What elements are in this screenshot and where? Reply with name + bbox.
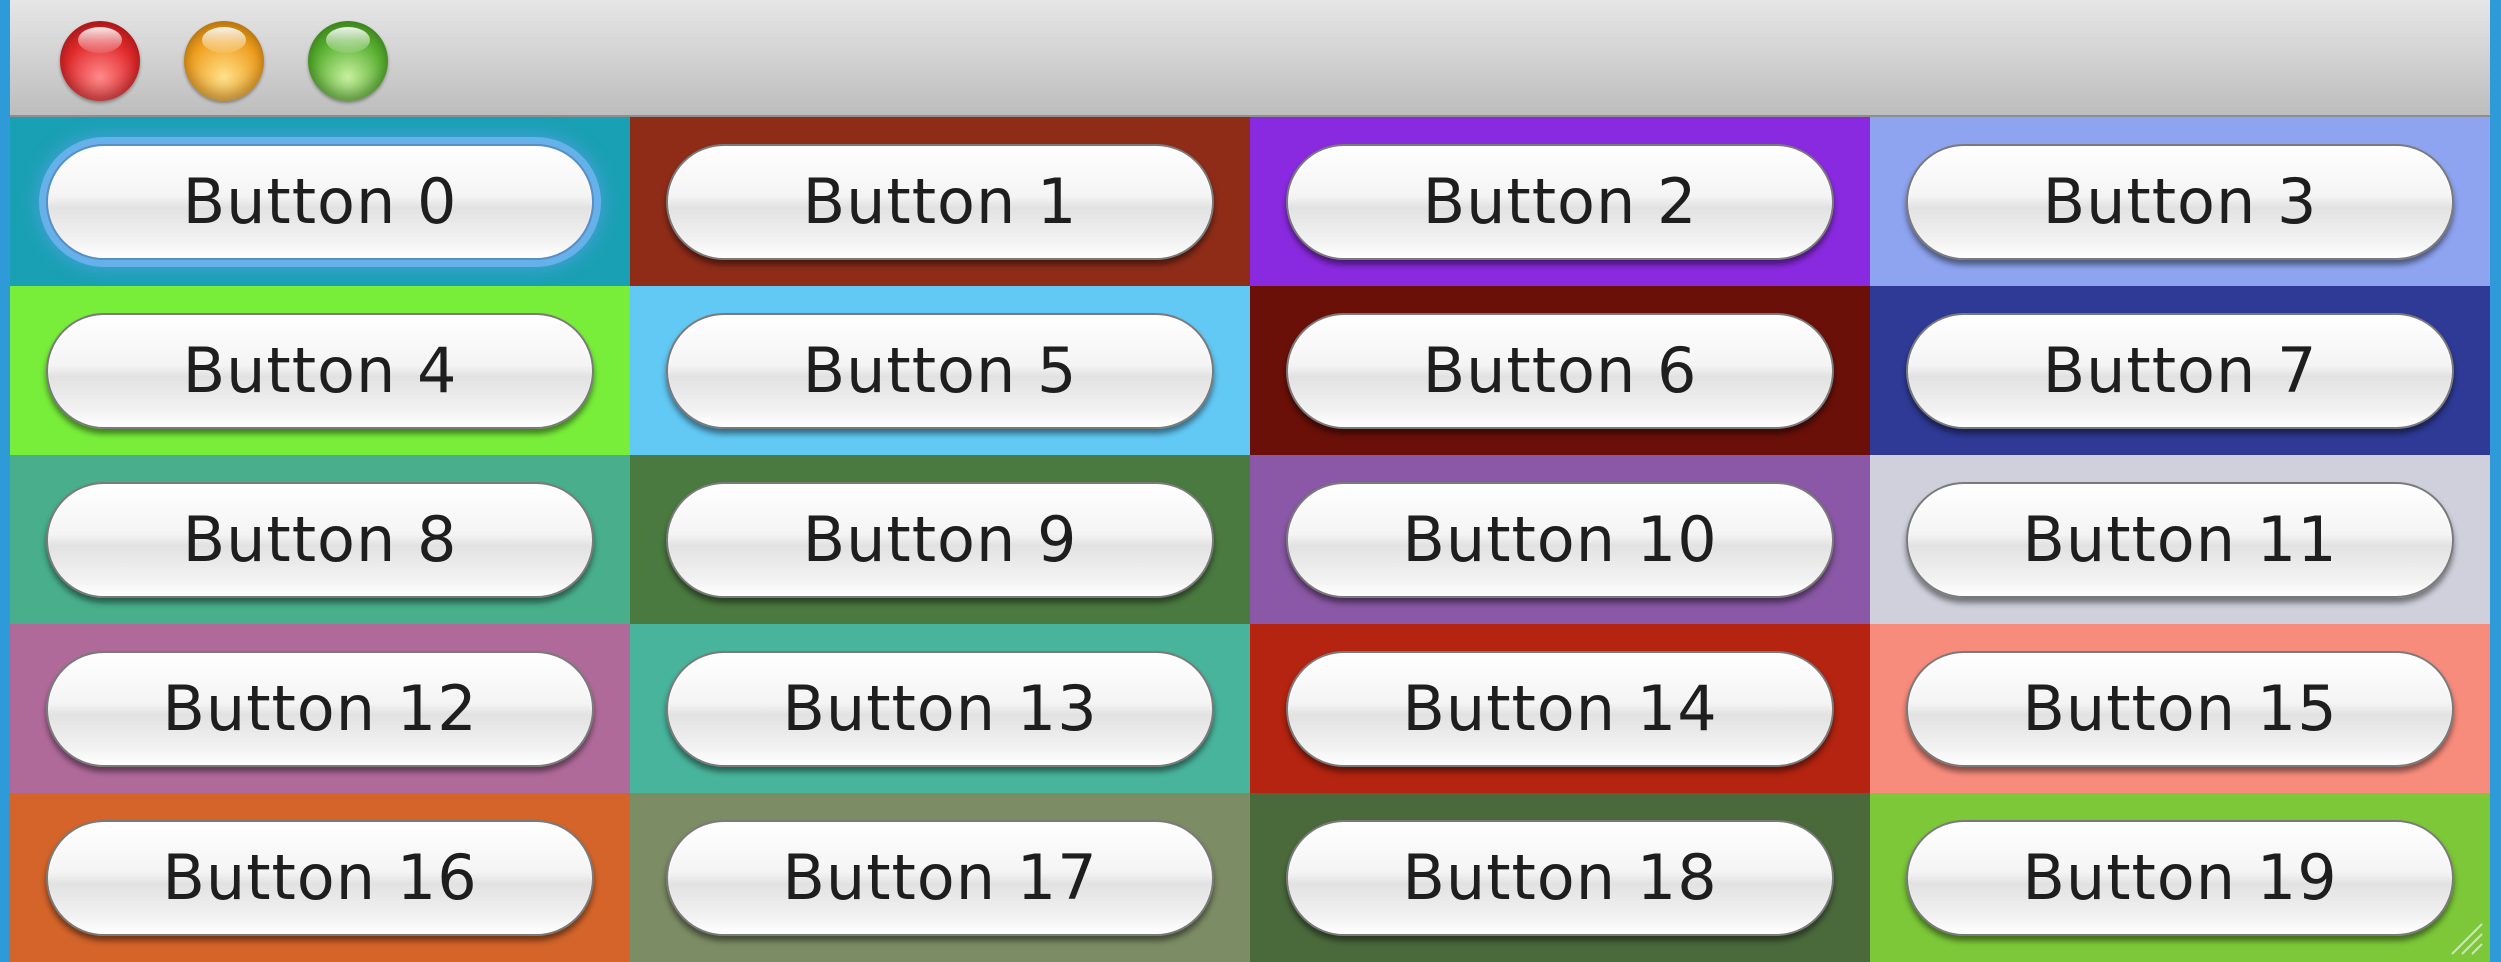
button-cell-5: Button 5 [630, 286, 1250, 455]
button-cell-1: Button 1 [630, 117, 1250, 286]
button-5[interactable]: Button 5 [666, 312, 1214, 429]
button-17[interactable]: Button 17 [666, 819, 1214, 936]
resize-grip-icon[interactable] [2444, 916, 2484, 956]
button-10[interactable]: Button 10 [1286, 481, 1834, 598]
button-13[interactable]: Button 13 [666, 650, 1214, 767]
button-cell-9: Button 9 [630, 455, 1250, 624]
button-cell-15: Button 15 [1870, 624, 2490, 793]
button-cell-16: Button 16 [10, 793, 630, 962]
button-0[interactable]: Button 0 [46, 143, 594, 260]
button-cell-18: Button 18 [1250, 793, 1870, 962]
button-cell-7: Button 7 [1870, 286, 2490, 455]
button-18[interactable]: Button 18 [1286, 819, 1834, 936]
button-cell-14: Button 14 [1250, 624, 1870, 793]
button-2[interactable]: Button 2 [1286, 143, 1834, 260]
button-cell-3: Button 3 [1870, 117, 2490, 286]
button-1[interactable]: Button 1 [666, 143, 1214, 260]
button-cell-0: Button 0 [10, 117, 630, 286]
button-3[interactable]: Button 3 [1906, 143, 2454, 260]
button-grid: Button 0 Button 1 Button 2 Button 3 Button 4… [10, 117, 2490, 962]
button-9[interactable]: Button 9 [666, 481, 1214, 598]
app-window: Button 0 Button 1 Button 2 Button 3 Button 4… [10, 0, 2490, 962]
button-cell-4: Button 4 [10, 286, 630, 455]
zoom-window-button[interactable] [308, 21, 388, 101]
button-12[interactable]: Button 12 [46, 650, 594, 767]
button-cell-12: Button 12 [10, 624, 630, 793]
button-cell-13: Button 13 [630, 624, 1250, 793]
button-cell-8: Button 8 [10, 455, 630, 624]
button-11[interactable]: Button 11 [1906, 481, 2454, 598]
button-6[interactable]: Button 6 [1286, 312, 1834, 429]
close-window-button[interactable] [60, 21, 140, 101]
button-4[interactable]: Button 4 [46, 312, 594, 429]
button-19[interactable]: Button 19 [1906, 819, 2454, 936]
button-cell-2: Button 2 [1250, 117, 1870, 286]
button-cell-10: Button 10 [1250, 455, 1870, 624]
button-16[interactable]: Button 16 [46, 819, 594, 936]
button-cell-11: Button 11 [1870, 455, 2490, 624]
button-cell-6: Button 6 [1250, 286, 1870, 455]
button-cell-19: Button 19 [1870, 793, 2490, 962]
button-15[interactable]: Button 15 [1906, 650, 2454, 767]
title-bar[interactable] [10, 0, 2490, 117]
button-8[interactable]: Button 8 [46, 481, 594, 598]
minimize-window-button[interactable] [184, 21, 264, 101]
button-7[interactable]: Button 7 [1906, 312, 2454, 429]
button-cell-17: Button 17 [630, 793, 1250, 962]
button-14[interactable]: Button 14 [1286, 650, 1834, 767]
